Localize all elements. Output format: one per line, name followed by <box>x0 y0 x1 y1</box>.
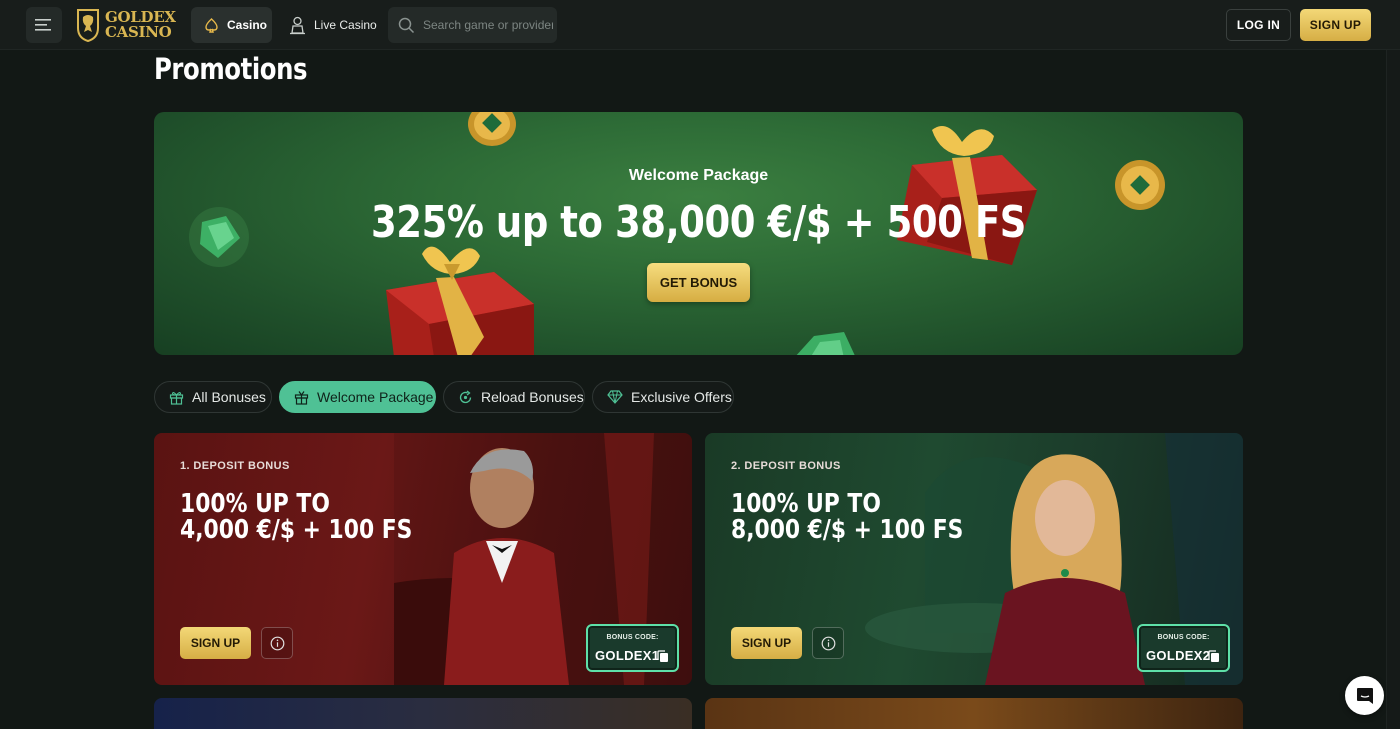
signup-button[interactable]: SIGN UP <box>1300 9 1371 41</box>
top-header: GOLDEX CASINO Casino Live Casino LOG IN … <box>0 0 1400 50</box>
gift-box-decoration <box>386 246 534 355</box>
info-icon <box>821 636 835 650</box>
card-title-line1: 100% UP TO <box>731 489 881 519</box>
hero-subtitle: Welcome Package <box>628 167 769 184</box>
bonus-code-box[interactable]: BONUS CODE: GOLDEX2 <box>1137 624 1230 672</box>
login-button[interactable]: LOG IN <box>1226 9 1291 41</box>
info-icon <box>270 636 284 650</box>
logo-line2: CASINO <box>105 23 172 41</box>
tab-label: Reload Bonuses <box>481 389 584 405</box>
deposit-bonus-card-1[interactable]: 1. DEPOSIT BONUS 100% UP TO 4,000 €/$ + … <box>154 433 692 685</box>
deposit-bonus-card-4[interactable] <box>705 698 1243 729</box>
reload-icon <box>459 389 472 403</box>
tab-all-bonuses[interactable]: All Bonuses <box>154 381 272 413</box>
card-signup-button[interactable]: SIGN UP <box>180 627 251 659</box>
welcome-hero-banner: Welcome Package 325% up to 38,000 €/$ + … <box>154 112 1243 355</box>
card-title-line2: 4,000 €/$ + 100 FS <box>180 515 413 545</box>
search-icon <box>398 17 415 33</box>
hamburger-icon <box>35 19 51 31</box>
coin-decoration <box>468 112 516 146</box>
card-signup-button[interactable]: SIGN UP <box>731 627 802 659</box>
card-info-button[interactable] <box>812 627 844 659</box>
deposit-bonus-card-2[interactable]: 2. DEPOSIT BONUS 100% UP TO 8,000 €/$ + … <box>705 433 1243 685</box>
gift-box-icon <box>294 390 309 405</box>
bonus-code-value: GOLDEX1 <box>595 648 660 663</box>
bonus-code-value: GOLDEX2 <box>1146 648 1211 663</box>
search-input[interactable] <box>423 18 553 32</box>
bonus-code-label: BONUS CODE: <box>606 634 659 641</box>
spade-icon <box>205 17 218 33</box>
nav-live-casino[interactable]: Live Casino <box>284 7 377 43</box>
chat-icon <box>1356 687 1373 704</box>
card-label: 1. DEPOSIT BONUS <box>180 460 290 472</box>
dealer-icon <box>290 16 305 34</box>
menu-button[interactable] <box>26 7 62 43</box>
lion-logo-icon <box>77 9 99 42</box>
get-bonus-button[interactable]: GET BONUS <box>647 263 750 302</box>
card-title: 100% UP TO 8,000 €/$ + 100 FS <box>731 491 983 543</box>
scrollbar[interactable] <box>1386 50 1400 729</box>
deposit-bonus-card-3[interactable] <box>154 698 692 729</box>
nav-live-label: Live Casino <box>314 18 377 32</box>
diamond-icon <box>607 390 623 404</box>
tab-exclusive-offers[interactable]: Exclusive Offers <box>592 381 734 413</box>
bonus-code-box[interactable]: BONUS CODE: GOLDEX1 <box>586 624 679 672</box>
logo[interactable]: GOLDEX CASINO <box>75 7 176 43</box>
card-label: 2. DEPOSIT BONUS <box>731 460 841 472</box>
emerald-decoration <box>796 332 855 355</box>
card-title-line1: 100% UP TO <box>180 489 330 519</box>
nav-casino-label: Casino <box>227 18 268 32</box>
logo-text: GOLDEX CASINO <box>105 10 176 40</box>
tab-label: Welcome Package <box>317 389 434 405</box>
tab-reload-bonuses[interactable]: Reload Bonuses <box>443 381 585 413</box>
copy-icon[interactable] <box>657 650 669 663</box>
tab-label: All Bonuses <box>192 389 266 405</box>
bonus-code-label: BONUS CODE: <box>1157 634 1210 641</box>
page-title: Promotions <box>154 52 308 86</box>
hero-title: 325% up to 38,000 €/$ + 500 FS <box>370 197 1027 248</box>
nav-casino[interactable]: Casino <box>191 7 272 43</box>
live-chat-button[interactable] <box>1345 676 1384 715</box>
card-title-line2: 8,000 €/$ + 100 FS <box>731 515 964 545</box>
card-title: 100% UP TO 4,000 €/$ + 100 FS <box>180 491 432 543</box>
search-box[interactable] <box>388 7 557 43</box>
tab-label: Exclusive Offers <box>631 389 732 405</box>
gift-icon <box>169 391 184 405</box>
copy-icon[interactable] <box>1208 650 1220 663</box>
card-info-button[interactable] <box>261 627 293 659</box>
tab-welcome-package[interactable]: Welcome Package <box>279 381 436 413</box>
